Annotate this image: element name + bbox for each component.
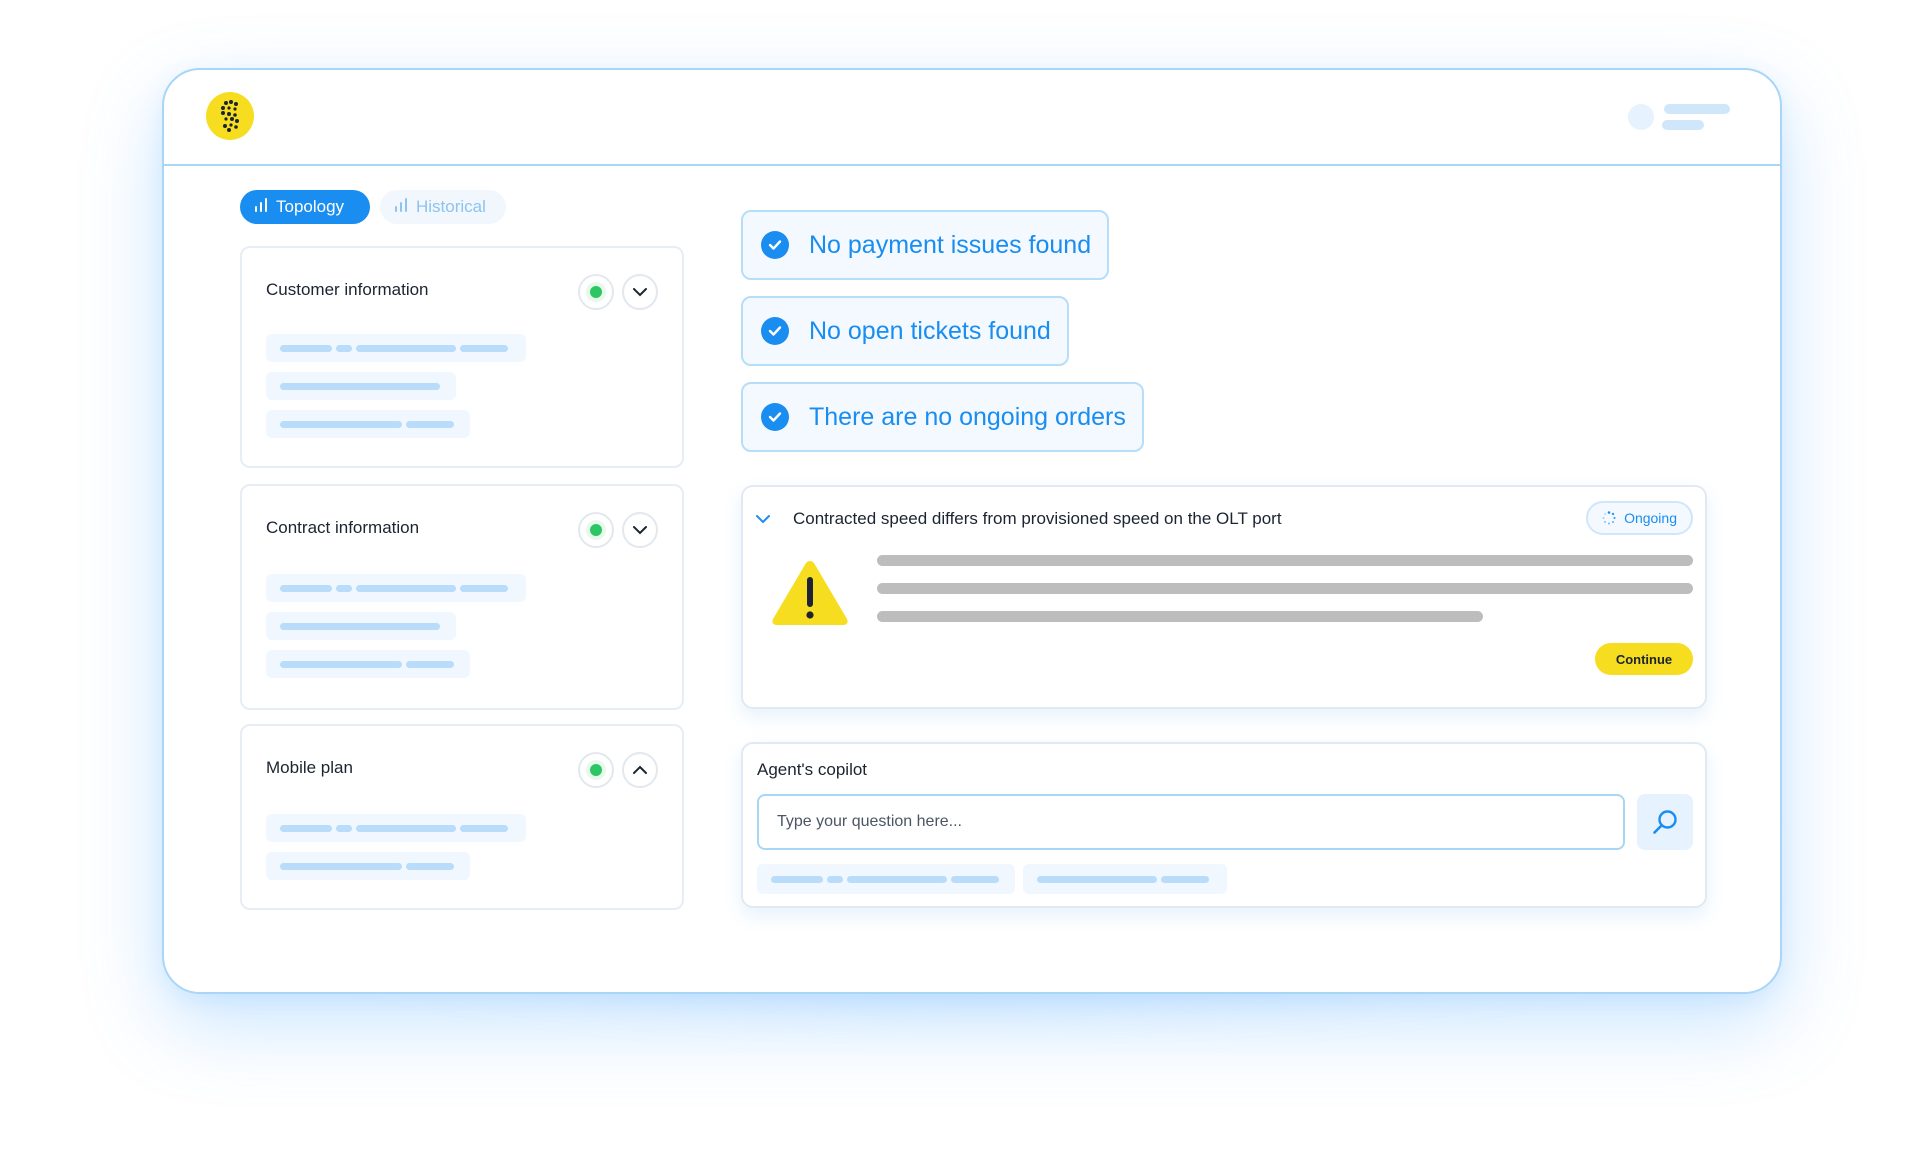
card-title: Contract information [266,518,420,537]
loading-spinner-icon [1602,511,1616,525]
chevron-down-icon[interactable] [755,511,771,529]
check-icon [761,317,789,345]
app-window: Topology Historical Customer information… [162,68,1782,994]
collapse-button[interactable] [622,752,658,788]
placeholder-row [266,852,470,880]
contract-information-card: Contract information [240,484,684,710]
issue-alert-card: Contracted speed differs from provisione… [741,485,1707,709]
card-title: Customer information [266,280,429,299]
check-result-text: There are no ongoing orders [809,402,1126,431]
check-icon [761,403,789,431]
placeholder-row [266,372,456,400]
placeholder-row [266,612,456,640]
warning-icon [769,557,851,632]
check-result-tickets: No open tickets found [741,296,1069,366]
bar-chart-icon [394,197,408,217]
check-result-text: No open tickets found [809,316,1051,345]
suggestion-chip[interactable] [1023,864,1227,894]
search-icon [1653,810,1677,834]
placeholder-row [266,410,470,438]
copilot-question-input[interactable] [757,794,1625,850]
check-icon [761,231,789,259]
search-button[interactable] [1637,794,1693,850]
message-line [877,611,1483,622]
user-avatar-icon[interactable] [1628,104,1654,130]
placeholder-row [266,814,526,842]
tab-label: Historical [416,197,486,216]
status-indicator [578,752,614,788]
status-ok-icon [590,524,602,536]
status-ok-icon [590,286,602,298]
card-title: Mobile plan [266,758,353,777]
expand-button[interactable] [622,274,658,310]
status-indicator [578,512,614,548]
tab-historical[interactable]: Historical [380,190,506,224]
suggestion-chip[interactable] [757,864,1015,894]
tab-label: Topology [276,197,345,216]
chevron-down-icon [633,526,647,535]
check-result-orders: There are no ongoing orders [741,382,1144,452]
coin-logo-icon[interactable] [206,92,254,140]
message-line [877,583,1693,594]
check-result-payment: No payment issues found [741,210,1110,280]
continue-button[interactable]: Continue [1595,643,1693,675]
placeholder-row [266,334,526,362]
agent-copilot-panel: Agent's copilot [741,742,1707,908]
alert-title: Contracted speed differs from provisione… [793,509,1282,528]
top-bar [164,70,1780,166]
status-indicator [578,274,614,310]
mobile-plan-card: Mobile plan [240,724,684,910]
bar-chart-icon [254,197,268,217]
status-label: Ongoing [1624,510,1677,526]
status-ok-icon [590,764,602,776]
placeholder-row [266,574,526,602]
expand-button[interactable] [622,512,658,548]
status-badge: Ongoing [1586,501,1693,535]
chevron-down-icon [633,288,647,297]
user-name-placeholder [1664,104,1730,114]
user-role-placeholder [1662,120,1704,130]
chevron-up-icon [633,765,647,774]
tab-topology[interactable]: Topology [240,190,370,224]
placeholder-row [266,650,470,678]
customer-information-card: Customer information [240,246,684,468]
copilot-title: Agent's copilot [757,760,868,779]
message-line [877,555,1693,566]
check-result-text: No payment issues found [809,230,1092,259]
